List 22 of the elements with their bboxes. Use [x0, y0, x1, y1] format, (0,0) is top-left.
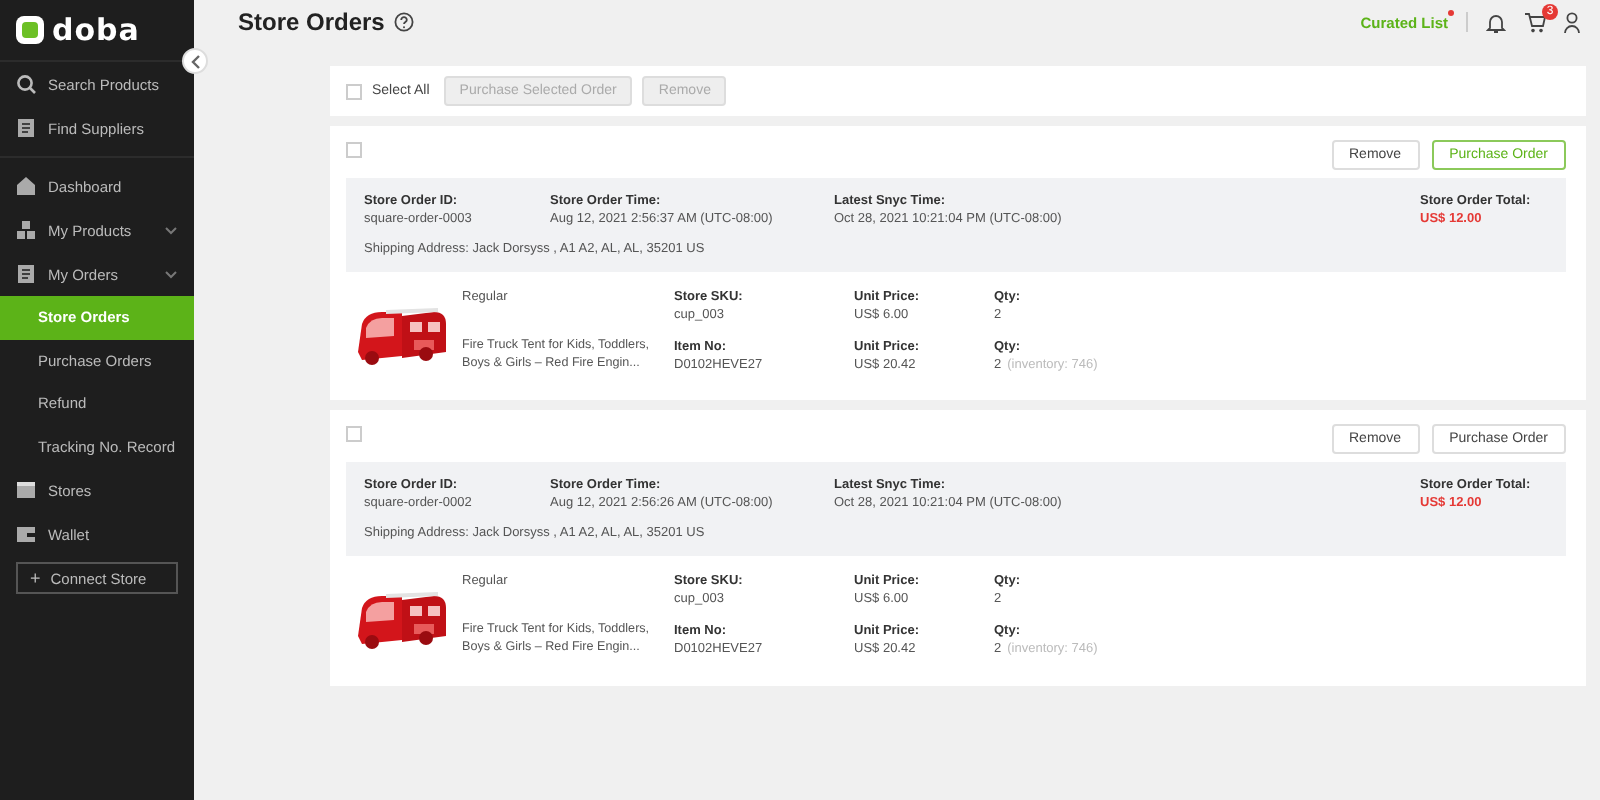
store-icon: [16, 480, 36, 500]
logo-icon: [16, 16, 44, 44]
document-icon: [16, 264, 36, 284]
bell-icon: [1486, 11, 1506, 33]
user-icon: [1564, 11, 1580, 33]
logo-text: doba: [52, 12, 140, 48]
chevron-down-icon: [164, 269, 178, 279]
house-icon: [16, 176, 36, 196]
collapse-button[interactable]: [182, 48, 208, 74]
chevron-down-icon: [164, 225, 178, 235]
checkbox[interactable]: [346, 142, 362, 158]
chevron-left-icon: [189, 53, 201, 69]
help-icon: [394, 12, 415, 32]
cart-icon: [1524, 11, 1546, 33]
search-icon: [16, 74, 36, 94]
checkbox[interactable]: [346, 426, 362, 443]
page-title: Store Orders: [238, 8, 385, 36]
checkbox[interactable]: [346, 83, 362, 99]
document-icon: [16, 118, 36, 138]
boxes-icon: [16, 220, 36, 240]
wallet-icon: [16, 524, 36, 544]
notification-dot: [1448, 9, 1454, 15]
